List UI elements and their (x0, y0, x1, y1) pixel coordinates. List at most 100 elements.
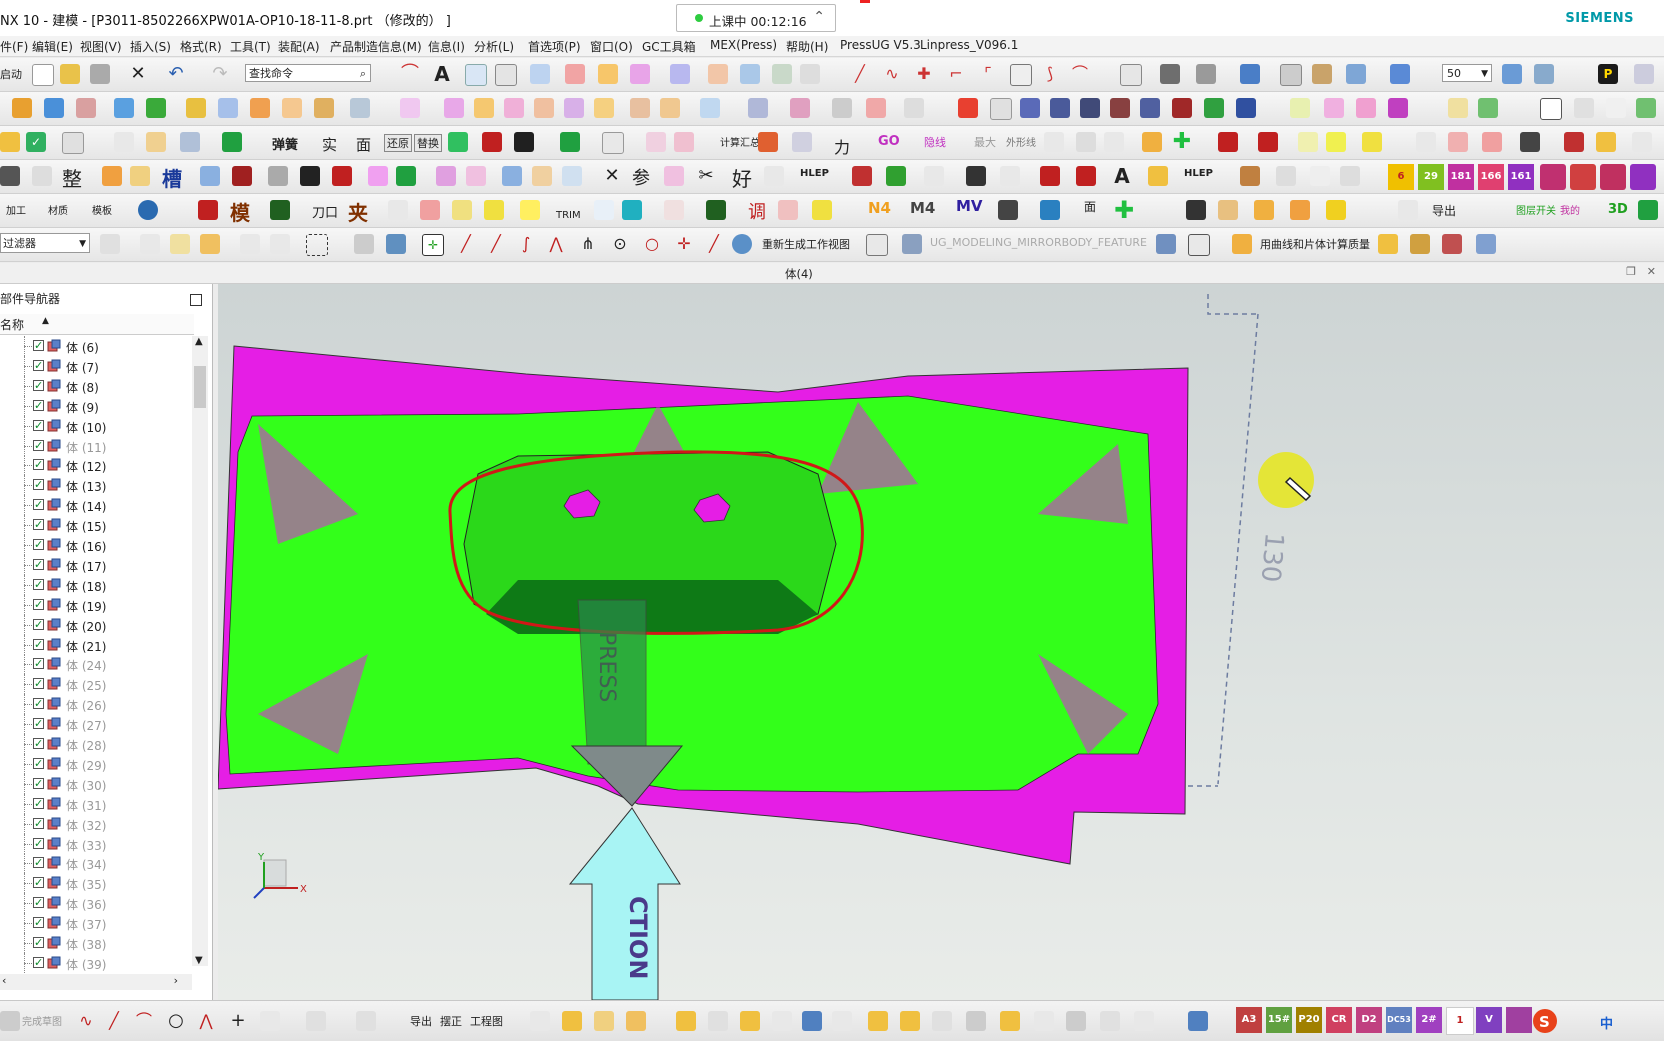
menu-help[interactable]: 帮助(H) (786, 38, 828, 55)
replace-button[interactable]: 替换 (414, 134, 442, 152)
mold-tool-68-icon[interactable] (1254, 200, 1274, 220)
black-block-icon[interactable] (514, 132, 534, 152)
mirror-body-feature-label[interactable]: UG_MODELING_MIRRORBODY_FEATURE (930, 236, 1147, 249)
offset-curve-icon[interactable] (565, 64, 585, 84)
mass-calc-label[interactable]: 用曲线和片体计算质量 (1260, 236, 1370, 252)
block-icon[interactable] (218, 98, 238, 118)
close-window-icon[interactable]: ✕ (1647, 265, 1656, 278)
menu-insert[interactable]: 插入(S) (130, 38, 171, 55)
mold-tool-23-icon[interactable] (1298, 132, 1318, 152)
intersect-icon[interactable]: ✚ (914, 64, 934, 84)
mold-tool-54-icon[interactable] (388, 200, 408, 220)
red-box-icon[interactable] (198, 200, 218, 220)
menu-tools[interactable]: 工具(T) (230, 38, 271, 55)
snap-midpoint-icon[interactable]: ╱ (486, 234, 506, 254)
delete-x-icon[interactable]: ✕ (602, 166, 622, 186)
point-sketch-icon[interactable]: + (228, 1011, 248, 1031)
mold-tool-57-icon[interactable] (484, 200, 504, 220)
redo-icon[interactable]: ↷ (210, 64, 230, 84)
mold-tool-63-icon[interactable] (778, 200, 798, 220)
visibility-checkbox[interactable]: ✓ (33, 399, 44, 411)
text-tool-icon[interactable]: A (432, 64, 452, 84)
visibility-checkbox[interactable]: ✓ (33, 817, 44, 829)
snap-curve-icon[interactable]: ∫ (516, 234, 536, 254)
visibility-checkbox[interactable]: ✓ (33, 877, 44, 889)
visibility-checkbox[interactable]: ✓ (33, 459, 44, 471)
chevron-up-icon[interactable]: ⌃ (813, 9, 825, 25)
num-tile-5[interactable]: 161 (1508, 164, 1534, 190)
tree-row[interactable]: ✓ 体 (8) (0, 375, 192, 396)
curve-tool-icon[interactable] (465, 64, 487, 86)
corner-icon[interactable]: ⌜ (978, 64, 998, 84)
visibility-checkbox[interactable]: ✓ (33, 578, 44, 590)
mold-tool-9-icon[interactable] (1204, 98, 1224, 118)
name-column-header[interactable]: 名称 ▲ (0, 314, 194, 335)
layer-load-icon[interactable] (1574, 98, 1594, 118)
finish-sketch-label[interactable]: 完成草图 (22, 1013, 62, 1028)
material-tile-p20[interactable]: P20 (1296, 1007, 1322, 1033)
move-icon[interactable] (1142, 132, 1162, 152)
mold-tool-24-icon[interactable] (1326, 132, 1346, 152)
mold-tool-2-icon[interactable] (990, 98, 1012, 120)
text-a-icon[interactable]: A (1112, 166, 1132, 186)
tree-row[interactable]: ✓ 体 (24) (0, 654, 192, 675)
mold-tool-70-icon[interactable] (1326, 200, 1346, 220)
pattern-icon[interactable] (400, 98, 420, 118)
snap-2-icon[interactable] (240, 234, 260, 254)
edit-curve-icon[interactable] (800, 64, 820, 84)
mold-tool-21-icon[interactable] (1104, 132, 1124, 152)
fillet-icon[interactable]: ⌐ (946, 64, 966, 84)
mirror-body-icon[interactable] (902, 234, 922, 254)
visibility-checkbox[interactable]: ✓ (33, 698, 44, 710)
tree-row[interactable]: ✓ 体 (26) (0, 694, 192, 715)
adjust-label[interactable]: 调 (748, 198, 766, 224)
line-sketch-icon[interactable]: ╱ (104, 1011, 124, 1031)
tree-row[interactable]: ✓ 体 (14) (0, 495, 192, 516)
menu-file[interactable]: 件(F) (0, 38, 28, 55)
menu-gc-toolbox[interactable]: GC工具箱 (642, 38, 696, 55)
visibility-checkbox[interactable]: ✓ (33, 937, 44, 948)
bottom-tool-18-icon[interactable] (1100, 1011, 1120, 1031)
calc-summary-label[interactable]: 计算汇总 (720, 134, 760, 149)
chamfer-icon[interactable] (1010, 64, 1032, 86)
menu-info[interactable]: 信息(I) (428, 38, 465, 55)
window-icon[interactable] (1188, 234, 1210, 256)
mold-tool-60-icon[interactable] (622, 200, 642, 220)
tree-row[interactable]: ✓ 体 (18) (0, 574, 192, 595)
bottom-tool-14-icon[interactable] (966, 1011, 986, 1031)
bottom-tool-8-icon[interactable] (772, 1011, 792, 1031)
bottom-tool-6-icon[interactable] (708, 1011, 728, 1031)
menu-edit[interactable]: 编辑(E) (32, 38, 73, 55)
model-canvas[interactable]: 130 PRESS CTION X Y (218, 284, 1664, 1000)
tree-row[interactable]: ✓ 体 (19) (0, 594, 192, 615)
plus-big-icon[interactable]: ✚ (1114, 198, 1134, 222)
mold-tool-42-icon[interactable] (562, 166, 582, 186)
scroll-left-icon[interactable]: ‹ (2, 974, 6, 987)
menu-mex-press[interactable]: MEX(Press) (710, 38, 777, 52)
visibility-checkbox[interactable]: ✓ (33, 956, 44, 968)
navigator-horizontal-scrollbar[interactable]: ‹ › (0, 974, 192, 990)
mold-tool-33-icon[interactable] (268, 166, 288, 186)
material-tile-dc53[interactable]: DC53 (1386, 1007, 1412, 1033)
tree-row[interactable]: ✓ 体 (28) (0, 734, 192, 754)
box-yellow-icon[interactable] (130, 166, 150, 186)
p-tool-icon[interactable]: P (1598, 64, 1618, 84)
spline-sketch-icon[interactable]: ⋀ (196, 1011, 216, 1031)
mold-tool-11-icon[interactable] (1388, 98, 1408, 118)
snap-quadrant-icon[interactable]: ○ (642, 234, 662, 254)
mv-label[interactable]: MV (956, 197, 983, 215)
curve-length-icon[interactable] (114, 132, 134, 152)
visibility-checkbox[interactable]: ✓ (33, 519, 44, 531)
snap-bounded-icon[interactable]: ╱ (704, 234, 724, 254)
visibility-checkbox[interactable]: ✓ (33, 419, 44, 431)
fast-forward-icon[interactable] (482, 132, 502, 152)
visibility-checkbox[interactable]: ✓ (33, 359, 44, 371)
sync-modeling-icon[interactable] (700, 98, 720, 118)
grid-icon[interactable] (1186, 200, 1206, 220)
mold-tool-58-icon[interactable] (520, 200, 540, 220)
mold-tool-22-icon[interactable] (1258, 132, 1278, 152)
bottom-tool-15-icon[interactable] (1000, 1011, 1020, 1031)
mold-tool-32-icon[interactable] (200, 166, 220, 186)
material-tile-1[interactable]: 1 (1446, 1007, 1474, 1035)
mold-tool-73-icon[interactable] (1378, 234, 1398, 254)
